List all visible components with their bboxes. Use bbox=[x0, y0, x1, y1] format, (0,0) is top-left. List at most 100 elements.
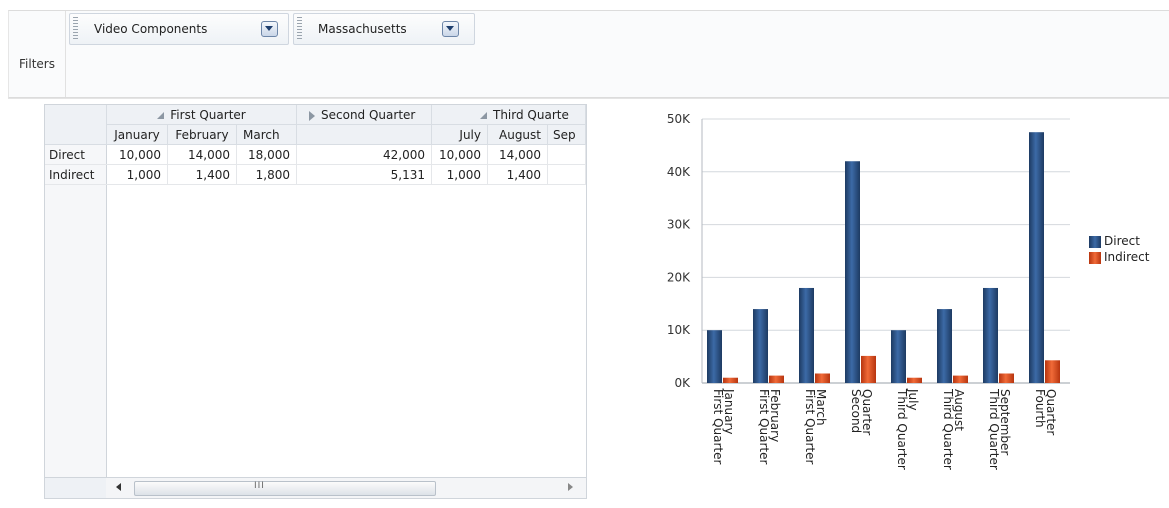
table-cell: 1,800 bbox=[237, 165, 297, 185]
pivot-table: First Quarter Second Quarter Third Quart… bbox=[44, 104, 587, 499]
table-cell: 1,000 bbox=[107, 165, 168, 185]
x-tick-label-line: Quarter bbox=[860, 389, 874, 435]
table-cell: 14,000 bbox=[488, 145, 548, 165]
quarter-label: First Quarter bbox=[170, 108, 246, 122]
y-tick-label: 20K bbox=[667, 270, 691, 284]
region-filter-value: Massachusetts bbox=[318, 22, 407, 36]
x-tick-label: First QuarterFebruary bbox=[757, 389, 782, 464]
month-header: Sep bbox=[548, 125, 586, 145]
month-header: January bbox=[107, 125, 168, 145]
quarter-header-second[interactable]: Second Quarter bbox=[297, 105, 432, 125]
legend-label: Direct bbox=[1104, 234, 1140, 248]
legend-swatch bbox=[1089, 252, 1101, 264]
month-header: March bbox=[237, 125, 297, 145]
table-cell bbox=[548, 145, 586, 165]
bar-direct[interactable] bbox=[983, 287, 998, 383]
horizontal-scrollbar[interactable]: III bbox=[106, 477, 586, 498]
legend-swatch bbox=[1089, 236, 1101, 248]
x-tick-label: First QuarterMarch bbox=[803, 389, 828, 464]
bar-direct[interactable] bbox=[707, 330, 722, 383]
quarter-header-third[interactable]: Third Quarte bbox=[432, 105, 586, 125]
legend-label: Indirect bbox=[1104, 250, 1150, 264]
table-cell bbox=[548, 165, 586, 185]
legend-item-direct[interactable]: Direct bbox=[1089, 233, 1149, 249]
bar-direct[interactable] bbox=[799, 287, 814, 383]
scroll-corner bbox=[45, 477, 106, 498]
x-tick-label: Third QuarterSeptember bbox=[987, 388, 1012, 470]
scroll-right-icon[interactable] bbox=[568, 483, 573, 491]
bar-direct[interactable] bbox=[1029, 132, 1044, 383]
collapse-icon[interactable] bbox=[480, 112, 487, 119]
x-tick-label-line: January bbox=[722, 388, 736, 435]
y-tick-label: 0K bbox=[674, 376, 691, 390]
table-cell: 5,131 bbox=[297, 165, 432, 185]
collapse-icon[interactable] bbox=[157, 112, 165, 119]
x-tick-label-line: Quarter bbox=[1044, 389, 1058, 435]
y-tick-label: 10K bbox=[667, 323, 691, 337]
drag-handle-icon[interactable] bbox=[297, 17, 302, 41]
month-header bbox=[297, 125, 432, 145]
bar-indirect[interactable] bbox=[769, 375, 784, 383]
x-tick-label-line: July bbox=[906, 388, 920, 411]
month-header: August bbox=[488, 125, 548, 145]
scroll-left-icon[interactable] bbox=[116, 483, 121, 491]
bar-indirect[interactable] bbox=[999, 373, 1014, 383]
pivot-corner bbox=[45, 105, 107, 145]
table-cell: 1,400 bbox=[488, 165, 548, 185]
x-tick-label: SecondQuarter bbox=[849, 389, 874, 435]
filters-bar: Filters Video Components Massachusetts bbox=[8, 10, 1169, 98]
x-axis: First QuarterJanuary First QuarterFebruar… bbox=[711, 388, 1058, 470]
quarter-label: Second Quarter bbox=[321, 108, 416, 122]
bar-direct[interactable] bbox=[845, 161, 860, 383]
product-filter-value: Video Components bbox=[94, 22, 208, 36]
bar-indirect[interactable] bbox=[1045, 360, 1060, 383]
y-axis: 0K 10K 20K 30K 40K 50K bbox=[667, 112, 691, 390]
bar-indirect[interactable] bbox=[815, 373, 830, 383]
x-tick-label-line: August bbox=[952, 389, 966, 431]
y-tick-label: 40K bbox=[667, 165, 691, 179]
drag-handle-icon[interactable] bbox=[73, 17, 78, 41]
bar-indirect[interactable] bbox=[953, 375, 968, 383]
bar-direct[interactable] bbox=[753, 309, 768, 383]
quarter-label: Third Quarte bbox=[493, 108, 569, 122]
table-cell: 10,000 bbox=[432, 145, 488, 165]
table-cell: 1,000 bbox=[432, 165, 488, 185]
month-header: July bbox=[432, 125, 488, 145]
x-tick-label-line: September bbox=[998, 389, 1012, 455]
bar-indirect[interactable] bbox=[861, 355, 876, 383]
y-tick-label: 50K bbox=[667, 112, 691, 126]
chevron-down-icon[interactable] bbox=[261, 21, 278, 37]
divider bbox=[8, 98, 1169, 99]
quarter-header-first[interactable]: First Quarter bbox=[107, 105, 297, 125]
chart-legend: Direct Indirect bbox=[1089, 233, 1149, 265]
table-cell: 18,000 bbox=[237, 145, 297, 165]
bars bbox=[707, 132, 1060, 383]
expand-icon[interactable] bbox=[309, 110, 315, 121]
x-tick-label: FourthQuarter bbox=[1033, 389, 1058, 435]
table-cell: 14,000 bbox=[168, 145, 237, 165]
x-tick-label: First QuarterJanuary bbox=[711, 388, 736, 464]
chevron-down-icon[interactable] bbox=[442, 21, 459, 37]
x-tick-label-line: February bbox=[768, 389, 782, 442]
table-cell: 1,400 bbox=[168, 165, 237, 185]
product-filter[interactable]: Video Components bbox=[69, 13, 289, 45]
x-tick-label: Third QuarterAugust bbox=[941, 388, 966, 470]
bar-indirect[interactable] bbox=[907, 377, 922, 383]
bar-direct[interactable] bbox=[937, 309, 952, 383]
y-tick-label: 30K bbox=[667, 218, 691, 232]
bar-direct[interactable] bbox=[891, 330, 906, 383]
filters-divider bbox=[65, 11, 66, 97]
filters-label: Filters bbox=[19, 57, 55, 71]
month-header: February bbox=[168, 125, 237, 145]
region-filter[interactable]: Massachusetts bbox=[293, 13, 475, 45]
legend-item-indirect[interactable]: Indirect bbox=[1089, 249, 1149, 265]
bar-indirect[interactable] bbox=[723, 377, 738, 383]
x-tick-label: Third QuarterJuly bbox=[895, 388, 920, 470]
row-label-direct: Direct bbox=[45, 145, 107, 165]
x-tick-label-line: March bbox=[814, 389, 828, 426]
scroll-thumb[interactable] bbox=[134, 481, 436, 496]
bar-chart: 0K10K20K30K40K50K First QuarterJanuary Fi… bbox=[667, 112, 1070, 470]
scroll-grip: III bbox=[254, 481, 265, 491]
row-label-indirect: Indirect bbox=[45, 165, 107, 185]
table-cell: 10,000 bbox=[107, 145, 168, 165]
